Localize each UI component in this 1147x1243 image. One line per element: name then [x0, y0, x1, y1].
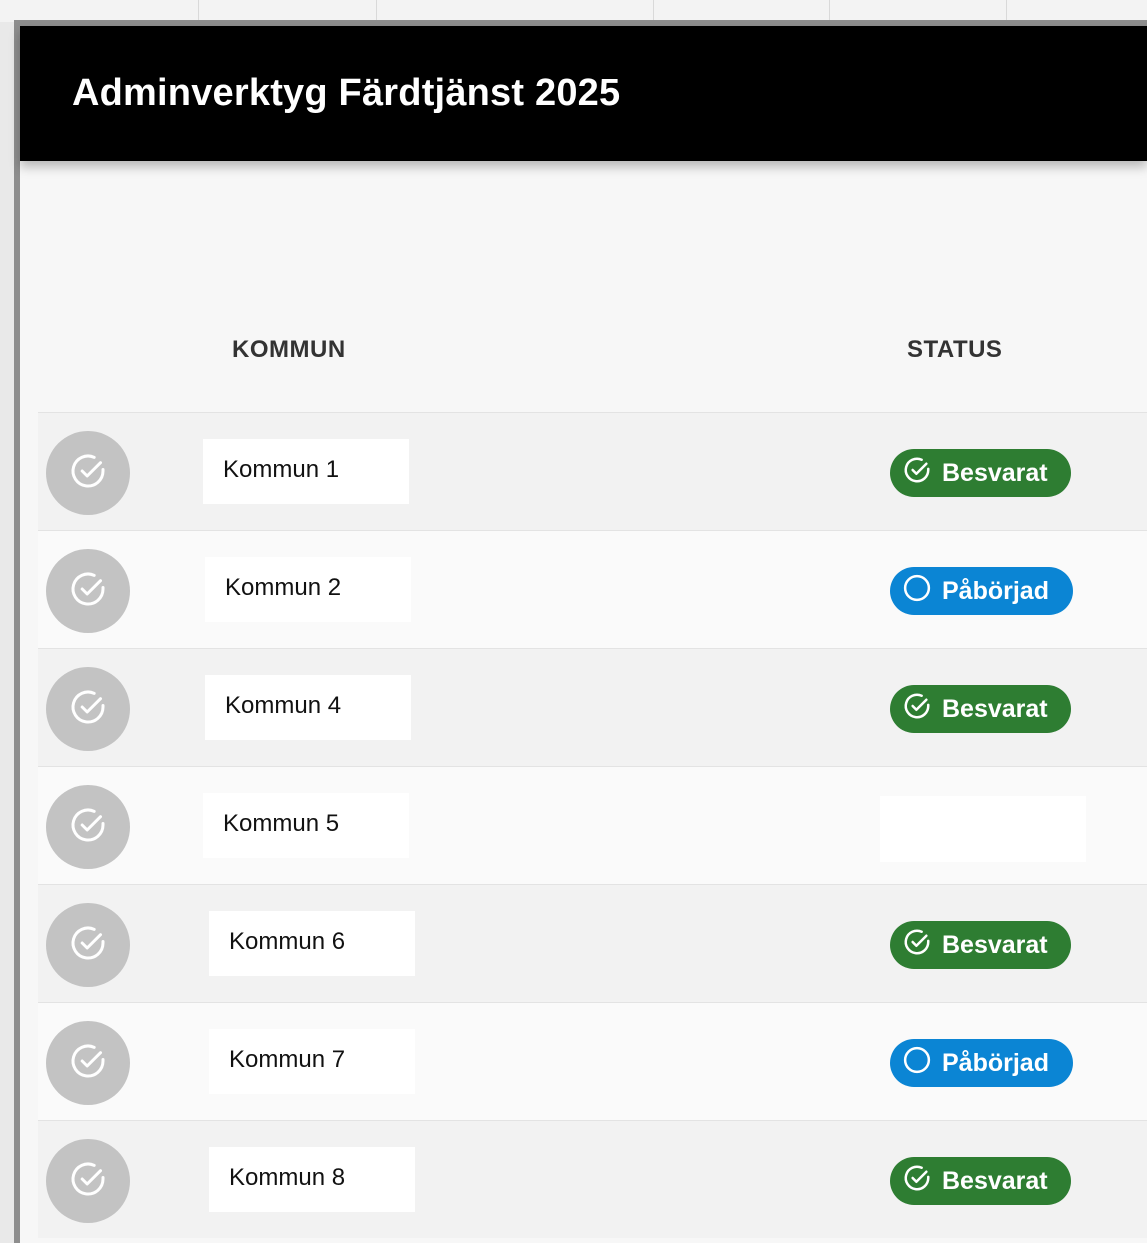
column-header-kommun: KOMMUN	[232, 336, 346, 363]
table-row: Kommun 5	[38, 766, 1147, 884]
status-empty	[880, 796, 1086, 862]
status-label: Besvarat	[942, 930, 1048, 959]
mark-done-button[interactable]	[46, 431, 130, 515]
kommun-table: Kommun 1 Besvarat Kommun 2 Påbörjad Kommun 4…	[38, 412, 1147, 1238]
check-circle-icon	[68, 923, 108, 968]
table-row: Kommun 2 Påbörjad	[38, 530, 1147, 648]
status-badge: Besvarat	[890, 921, 1071, 969]
table-row: Kommun 1 Besvarat	[38, 412, 1147, 530]
check-circle-icon	[68, 1159, 108, 1204]
mark-done-button[interactable]	[46, 785, 130, 869]
check-circle-icon	[902, 691, 942, 728]
kommun-name: Kommun 8	[209, 1147, 415, 1212]
kommun-name: Kommun 1	[203, 439, 409, 504]
check-circle-icon	[902, 1163, 942, 1200]
status-label: Besvarat	[942, 694, 1048, 723]
status-label: Besvarat	[942, 1166, 1048, 1195]
status-badge: Påbörjad	[890, 567, 1073, 615]
mark-done-button[interactable]	[46, 1021, 130, 1105]
mark-done-button[interactable]	[46, 667, 130, 751]
table-row: Kommun 7 Påbörjad	[38, 1002, 1147, 1120]
circle-outline-icon	[902, 1045, 942, 1082]
status-badge: Påbörjad	[890, 1039, 1073, 1087]
status-label: Besvarat	[942, 458, 1048, 487]
check-circle-icon	[68, 569, 108, 614]
circle-outline-icon	[902, 573, 942, 610]
mark-done-button[interactable]	[46, 1139, 130, 1223]
check-circle-icon	[902, 927, 942, 964]
page-title: Adminverktyg Färdtjänst 2025	[72, 72, 621, 114]
mark-done-button[interactable]	[46, 903, 130, 987]
kommun-name: Kommun 4	[205, 675, 411, 740]
table-row: Kommun 8 Besvarat	[38, 1120, 1147, 1238]
backdrop-strip	[0, 0, 1147, 22]
kommun-name: Kommun 7	[209, 1029, 415, 1094]
check-circle-icon	[68, 1041, 108, 1086]
app-header: Adminverktyg Färdtjänst 2025	[20, 26, 1147, 161]
check-circle-icon	[68, 805, 108, 850]
table-row: Kommun 4 Besvarat	[38, 648, 1147, 766]
status-badge: Besvarat	[890, 1157, 1071, 1205]
status-badge: Besvarat	[890, 685, 1071, 733]
kommun-name: Kommun 6	[209, 911, 415, 976]
status-label: Påbörjad	[942, 1048, 1049, 1077]
check-circle-icon	[68, 687, 108, 732]
status-label: Påbörjad	[942, 576, 1049, 605]
column-header-status: STATUS	[907, 336, 1003, 363]
kommun-name: Kommun 2	[205, 557, 411, 622]
check-circle-icon	[902, 455, 942, 492]
status-badge: Besvarat	[890, 449, 1071, 497]
check-circle-icon	[68, 451, 108, 496]
table-row: Kommun 6 Besvarat	[38, 884, 1147, 1002]
mark-done-button[interactable]	[46, 549, 130, 633]
kommun-name: Kommun 5	[203, 793, 409, 858]
